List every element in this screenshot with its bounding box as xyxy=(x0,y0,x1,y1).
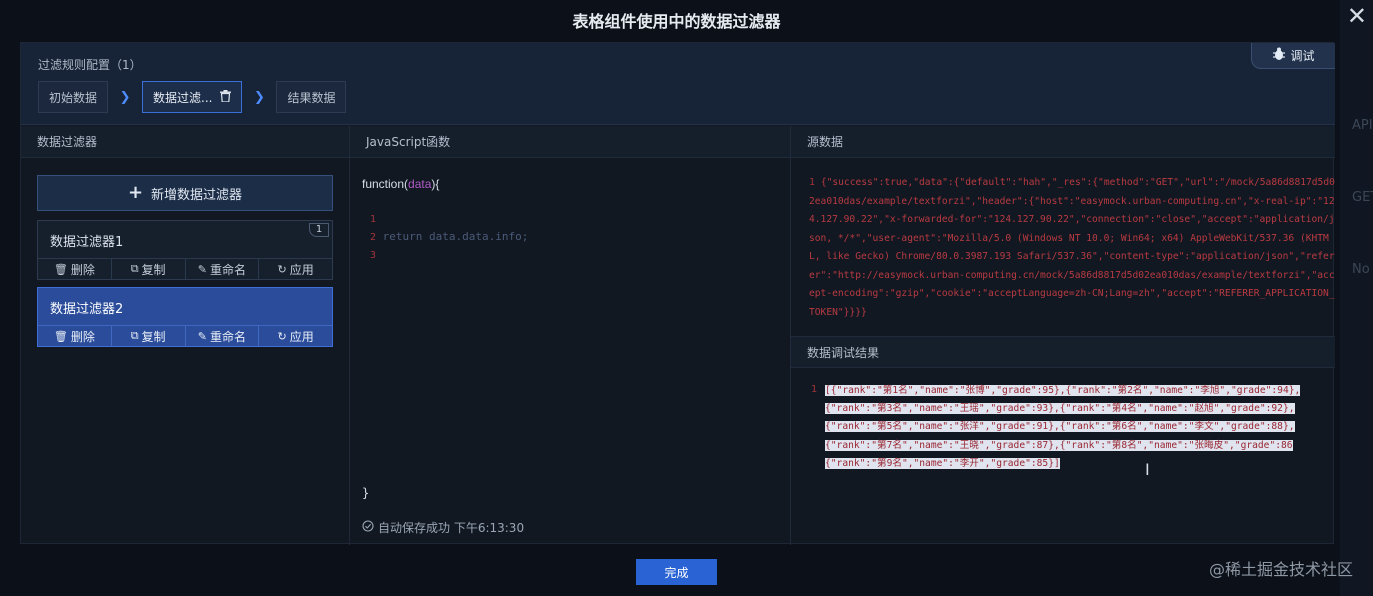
signature-suffix: ){ xyxy=(431,177,440,191)
filters-panel: 数据过滤器 + 新增数据过滤器 数据过滤器1 1 🗑 删除 ⧉ 复制 ✎ 重命名 ↻ 应… xyxy=(21,126,350,545)
debug-button[interactable]: 调试 xyxy=(1251,43,1335,69)
source-data-panel: 源数据 1 {"success":true,"data":{"default":… xyxy=(791,126,1335,545)
refresh-icon: ↻ xyxy=(277,262,287,276)
delete-label: 删除 xyxy=(70,329,95,344)
chevron-right-icon: ❯ xyxy=(254,89,265,105)
js-function-panel: JavaScript函数 function(data){ 1 2 return … xyxy=(350,126,791,545)
data-filter-modal: 过滤规则配置（1） 调试 初始数据 ❯ 数据过滤... ❯ 结果数据 数据过滤器… xyxy=(20,42,1335,545)
background-text: API xyxy=(1352,118,1373,133)
result-line: {"rank":"第3名","name":"王瑶","grade":93},{"… xyxy=(825,403,1295,415)
step-initial-data[interactable]: 初始数据 xyxy=(38,81,109,113)
bug-icon xyxy=(1272,47,1286,64)
line-number: 1 xyxy=(811,384,818,395)
check-circle-icon xyxy=(362,520,374,535)
step-data-filter[interactable]: 数据过滤... xyxy=(142,81,243,113)
config-title: 过滤规则配置（1） xyxy=(38,58,142,72)
filter-item[interactable]: 数据过滤器1 1 🗑 删除 ⧉ 复制 ✎ 重命名 ↻ 应用 xyxy=(37,220,333,280)
panel-header: 源数据 xyxy=(791,126,1335,158)
debug-label: 调试 xyxy=(1290,49,1315,63)
apply-button[interactable]: ↻ 应用 xyxy=(259,326,332,346)
function-signature: function(data){ xyxy=(362,177,439,191)
signature-param: data xyxy=(408,177,432,191)
trash-icon: 🗑 xyxy=(53,329,68,343)
step-label: 结果数据 xyxy=(287,90,336,105)
filter-actions: 🗑 删除 ⧉ 复制 ✎ 重命名 ↻ 应用 xyxy=(38,325,332,346)
refresh-icon: ↻ xyxy=(277,329,287,343)
apply-button[interactable]: ↻ 应用 xyxy=(259,259,332,279)
debug-result-viewer[interactable]: 1 [{"rank":"第1名","name":"张博","grade":95}… xyxy=(791,380,1335,540)
screen: API GET No ✕ 表格组件使用中的数据过滤器 过滤规则配置（1） 调试 … xyxy=(0,0,1373,596)
signature-prefix: function( xyxy=(362,177,409,191)
delete-label: 删除 xyxy=(70,262,95,277)
source-data-viewer[interactable]: 1 {"success":true,"data":{"default":"hah… xyxy=(791,158,1335,336)
edit-icon: ✎ xyxy=(197,329,207,343)
copy-button[interactable]: ⧉ 复制 xyxy=(112,326,186,346)
filter-name[interactable]: 数据过滤器1 xyxy=(50,231,123,250)
step-label: 初始数据 xyxy=(49,90,98,105)
autosave-text: 自动保存成功 下午6:13:30 xyxy=(378,521,525,535)
result-json: [{"rank":"第1名","name":"张博","grade":95},{… xyxy=(825,382,1333,473)
filter-steps: 初始数据 ❯ 数据过滤... ❯ 结果数据 xyxy=(38,81,347,113)
filter-rule-config: 过滤规则配置（1） 调试 初始数据 ❯ 数据过滤... ❯ 结果数据 xyxy=(21,43,1335,125)
chevron-right-icon: ❯ xyxy=(119,89,131,105)
line-number: 3 xyxy=(370,250,377,261)
apply-label: 应用 xyxy=(289,329,314,344)
watermark: @稀土掘金技术社区 xyxy=(1208,560,1353,579)
trash-icon[interactable] xyxy=(220,89,232,105)
background-text: No xyxy=(1352,262,1370,277)
result-line: {"rank":"第9名","name":"李开","grade":85}] xyxy=(825,457,1060,469)
source-json: {"success":true,"data":{"default":"hah",… xyxy=(809,177,1335,318)
panel-header: 数据过滤器 xyxy=(21,126,349,158)
copy-icon: ⧉ xyxy=(130,329,139,342)
panels: 数据过滤器 + 新增数据过滤器 数据过滤器1 1 🗑 删除 ⧉ 复制 ✎ 重命名 ↻ 应… xyxy=(21,126,1335,545)
copy-icon: ⧉ xyxy=(130,262,139,275)
background-app: API GET No xyxy=(1340,0,1373,596)
code-editor[interactable]: 1 2 return data.data.info; 3 xyxy=(362,206,782,476)
rename-label: 重命名 xyxy=(209,262,246,277)
copy-button[interactable]: ⧉ 复制 xyxy=(112,259,186,279)
delete-button[interactable]: 🗑 删除 xyxy=(38,259,112,279)
filter-actions: 🗑 删除 ⧉ 复制 ✎ 重命名 ↻ 应用 xyxy=(38,258,332,279)
result-line: [{"rank":"第1名","name":"张博","grade":95},{… xyxy=(825,385,1301,396)
result-line: {"rank":"第5名","name":"张洋","grade":91},{"… xyxy=(825,421,1295,433)
done-button[interactable]: 完成 xyxy=(636,559,717,585)
delete-button[interactable]: 🗑 删除 xyxy=(38,326,112,346)
background-text: GET xyxy=(1352,190,1373,205)
function-closing: } xyxy=(362,486,370,500)
line-number: 1 xyxy=(370,214,377,225)
edit-icon: ✎ xyxy=(197,262,207,276)
autosave-status: 自动保存成功 下午6:13:30 xyxy=(362,519,524,536)
rename-label: 重命名 xyxy=(209,329,246,344)
filter-badge: 1 xyxy=(309,223,329,237)
rename-button[interactable]: ✎ 重命名 xyxy=(186,326,260,346)
plus-icon: + xyxy=(127,182,144,203)
debug-result-header: 数据调试结果 xyxy=(791,336,1335,368)
trash-icon: 🗑 xyxy=(53,262,68,276)
rename-button[interactable]: ✎ 重命名 xyxy=(186,259,260,279)
line-number: 2 xyxy=(370,232,377,243)
copy-label: 复制 xyxy=(141,329,166,344)
source-data-text: 1 {"success":true,"data":{"default":"hah… xyxy=(809,174,1335,322)
result-line: {"rank":"第7名","name":"王晓","grade":87},{"… xyxy=(825,439,1293,451)
line-number: 1 xyxy=(809,177,816,188)
modal-title: 表格组件使用中的数据过滤器 xyxy=(572,12,781,31)
text-cursor-icon: I xyxy=(1145,460,1150,479)
filter-item-selected[interactable]: 数据过滤器2 🗑 删除 ⧉ 复制 ✎ 重命名 ↻ 应用 xyxy=(37,287,333,347)
step-result-data[interactable]: 结果数据 xyxy=(276,81,347,113)
add-filter-label: 新增数据过滤器 xyxy=(151,187,243,203)
panel-header: JavaScript函数 xyxy=(350,126,790,158)
step-label: 数据过滤... xyxy=(153,90,213,105)
apply-label: 应用 xyxy=(289,262,314,277)
code-text: return data.data.info; xyxy=(382,230,529,243)
add-filter-button[interactable]: + 新增数据过滤器 xyxy=(37,175,333,211)
copy-label: 复制 xyxy=(141,262,166,277)
filter-name[interactable]: 数据过滤器2 xyxy=(50,298,123,317)
